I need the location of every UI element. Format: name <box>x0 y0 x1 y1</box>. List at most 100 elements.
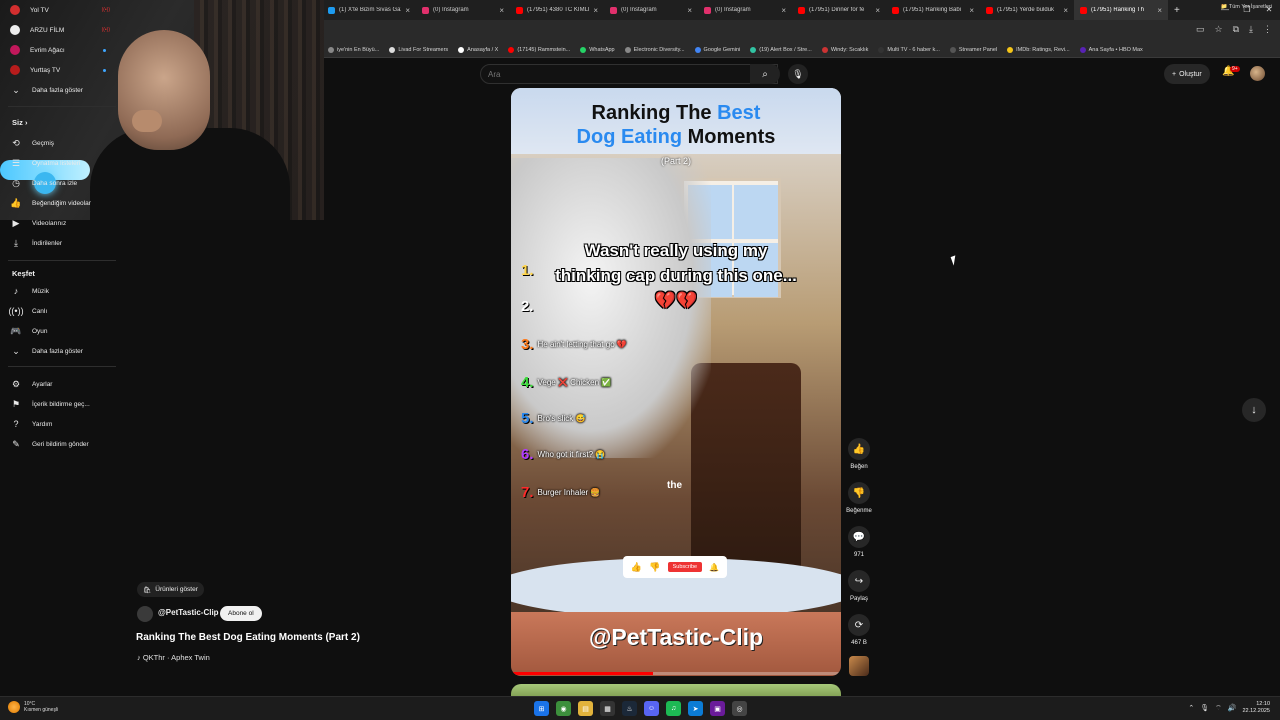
search-button[interactable]: ⌕ <box>750 64 780 84</box>
app-icon[interactable]: ▣ <box>710 701 725 716</box>
tab-close-icon[interactable]: × <box>781 6 786 15</box>
chrome-icon[interactable]: ◉ <box>556 701 571 716</box>
tab-close-icon[interactable]: × <box>1063 6 1068 15</box>
tab-close-icon[interactable]: × <box>687 6 692 15</box>
all-bookmarks[interactable]: 📁 Tüm Yer İşaretleri <box>1221 4 1272 10</box>
bookmark-label: iye'nin En Büyü... <box>337 46 380 53</box>
sidebar-footer-item[interactable]: ✎ Geri bildirim gönder <box>10 437 120 451</box>
remix-action[interactable]: ⟳ 467 B <box>845 614 873 646</box>
ranking-text: Bro's slick 😅 <box>537 414 586 423</box>
browser-tab[interactable]: (0) Instagram × <box>698 0 792 20</box>
sidebar-you-item[interactable]: ☰ Oynatma listeleri <box>10 156 120 170</box>
telegram-icon[interactable]: ➤ <box>688 701 703 716</box>
sidebar-show-more[interactable]: ⌄ Daha fazla göster <box>10 83 120 97</box>
tab-close-icon[interactable]: × <box>1157 6 1162 15</box>
create-button[interactable]: + Oluştur <box>1164 64 1210 84</box>
tab-favicon-icon <box>516 6 523 14</box>
download-icon[interactable]: ⤓ <box>1249 24 1253 35</box>
bookmark-item[interactable]: Electronic Diversity... <box>624 46 685 53</box>
dislike-action[interactable]: 👎 Beğenme <box>845 482 873 514</box>
browser-tab[interactable]: (17951) 4380 TC KİMLİ × <box>510 0 604 20</box>
minimize-icon[interactable]: — <box>1214 0 1236 20</box>
voice-search-button[interactable]: 🎙 <box>788 64 808 84</box>
browser-tab[interactable]: (0) Instagram × <box>416 0 510 20</box>
wifi-icon[interactable]: ⌔ <box>1215 704 1222 713</box>
tab-close-icon[interactable]: × <box>875 6 880 15</box>
sidebar-you-item[interactable]: ▶ Videolarınız <box>10 216 120 230</box>
bookmark-item[interactable]: Google Gemini <box>694 46 740 53</box>
sidebar-footer-item[interactable]: ⚑ İçerik bildirme geç... <box>10 397 120 411</box>
channel-avatar[interactable] <box>137 606 153 622</box>
music-credit[interactable]: ♪ QKThr · Aphex Twin <box>137 653 210 662</box>
sidebar-explore-item[interactable]: ♪ Müzik <box>10 284 120 298</box>
next-short-button[interactable]: ↓ <box>1242 398 1266 422</box>
browser-tab[interactable]: (17951) Dinner for fe × <box>792 0 886 20</box>
bookmark-item[interactable]: (17145) Rammstein... <box>508 46 570 53</box>
spotify-icon[interactable]: ♫ <box>666 701 681 716</box>
sidebar-show-more[interactable]: ⌄ Daha fazla göster <box>10 344 120 358</box>
close-window-icon[interactable]: ✕ <box>1258 0 1280 20</box>
bookmark-item[interactable]: IMDb: Ratings, Revi... <box>1007 46 1070 53</box>
tab-close-icon[interactable]: × <box>405 6 410 15</box>
sidebar-you-header[interactable]: Siz › <box>12 118 27 127</box>
maximize-icon[interactable]: ❐ <box>1236 0 1258 20</box>
weather-widget[interactable]: 10°C Kısmen güneşli <box>8 701 58 713</box>
cast-icon[interactable]: ▭ <box>1196 24 1205 35</box>
menu-dots-icon[interactable]: ⋮ <box>1263 24 1272 35</box>
browser-tab[interactable]: (1) X'te Bizim Sivas Gaz × <box>322 0 416 20</box>
comments-action[interactable]: 💬 971 <box>845 526 873 558</box>
show-products-button[interactable]: 🛍 Ürünleri göster <box>137 582 204 597</box>
sidebar-channel[interactable]: Yurttaş TV <box>10 63 120 77</box>
video-progress-bar[interactable] <box>511 672 841 675</box>
browser-tab[interactable]: (17951) Yerde bulduk × <box>980 0 1074 20</box>
browser-tab[interactable]: (17951) Ranking Th × <box>1074 0 1168 20</box>
tab-close-icon[interactable]: × <box>499 6 504 15</box>
bookmark-item[interactable]: (19) Alert Box / Stre... <box>750 46 812 53</box>
bookmark-item[interactable]: Multi TV - 6 haber k... <box>878 46 940 53</box>
browser-tab[interactable]: (0) Instagram × <box>604 0 698 20</box>
sidebar-explore-item[interactable]: 🎮 Oyun <box>10 324 120 338</box>
browser-tab[interactable]: (17951) Ranking Babi × <box>886 0 980 20</box>
sidebar-you-item[interactable]: ⟲ Geçmiş <box>10 136 120 150</box>
sidebar-channel[interactable]: Yol TV ((•)) <box>10 3 120 17</box>
microphone-tray-icon[interactable]: 🎙 <box>1200 704 1209 712</box>
steam-icon[interactable]: ♨ <box>622 701 637 716</box>
volume-icon[interactable]: 🔊 <box>1228 704 1237 712</box>
account-avatar[interactable] <box>1250 66 1265 81</box>
obs-icon[interactable]: ◎ <box>732 701 747 716</box>
tab-close-icon[interactable]: × <box>969 6 974 15</box>
subscribe-button[interactable]: Abone ol <box>220 606 262 621</box>
sidebar-explore-item[interactable]: ((•)) Canlı <box>8 304 120 318</box>
sidebar-footer-item[interactable]: ⚙ Ayarlar <box>10 377 120 391</box>
tab-close-icon[interactable]: × <box>593 6 598 15</box>
sidebar-channel[interactable]: Evrim Ağacı <box>10 43 120 57</box>
store-icon[interactable]: ▦ <box>600 701 615 716</box>
sound-thumbnail[interactable] <box>849 656 869 676</box>
bookmark-item[interactable]: WhatsApp <box>580 46 615 53</box>
bookmark-item[interactable]: Ana Sayfa • HBO Max <box>1079 46 1143 53</box>
sidebar-channel[interactable]: ARZU FİLM ((•)) <box>10 23 120 37</box>
bookmark-item[interactable]: Streamer Panel <box>949 46 997 53</box>
file-explorer-icon[interactable]: ▤ <box>578 701 593 716</box>
short-video-player[interactable]: Ranking The Best Dog Eating Moments (Par… <box>511 88 841 676</box>
sidebar-you-item[interactable]: 👍 Beğendiğim videolar <box>10 196 120 210</box>
sidebar-you-item[interactable]: ⤓ İndirilenler <box>10 236 120 250</box>
sidebar-footer-item[interactable]: ? Yardım <box>10 417 120 431</box>
new-tab-icon[interactable]: + <box>1174 5 1180 16</box>
search-input[interactable] <box>488 66 738 82</box>
bookmark-item[interactable]: Windy: Sıcaklık <box>821 46 868 53</box>
windows-start-icon[interactable]: ⊞ <box>534 701 549 716</box>
arrow-down-icon: ↓ <box>1251 404 1257 416</box>
like-action[interactable]: 👍 Beğen <box>845 438 873 470</box>
bookmark-item[interactable]: iye'nin En Büyü... <box>328 46 380 53</box>
sidebar-you-item[interactable]: ◷ Daha sonra izle <box>10 176 120 190</box>
channel-name[interactable]: @PetTastic-Clip <box>158 608 219 617</box>
clock[interactable]: 12:10 22.12.2025 <box>1242 701 1270 715</box>
discord-icon[interactable]: ☺ <box>644 701 659 716</box>
bookmark-item[interactable]: Livad For Streamers <box>389 46 448 53</box>
bookmark-item[interactable]: Anasayfa / X <box>458 46 498 53</box>
chevron-up-icon[interactable]: ⌃ <box>1188 704 1194 712</box>
extensions-icon[interactable]: ⧉ <box>1233 24 1239 35</box>
star-icon[interactable]: ☆ <box>1215 24 1223 35</box>
share-action[interactable]: ↪ Paylaş <box>845 570 873 602</box>
